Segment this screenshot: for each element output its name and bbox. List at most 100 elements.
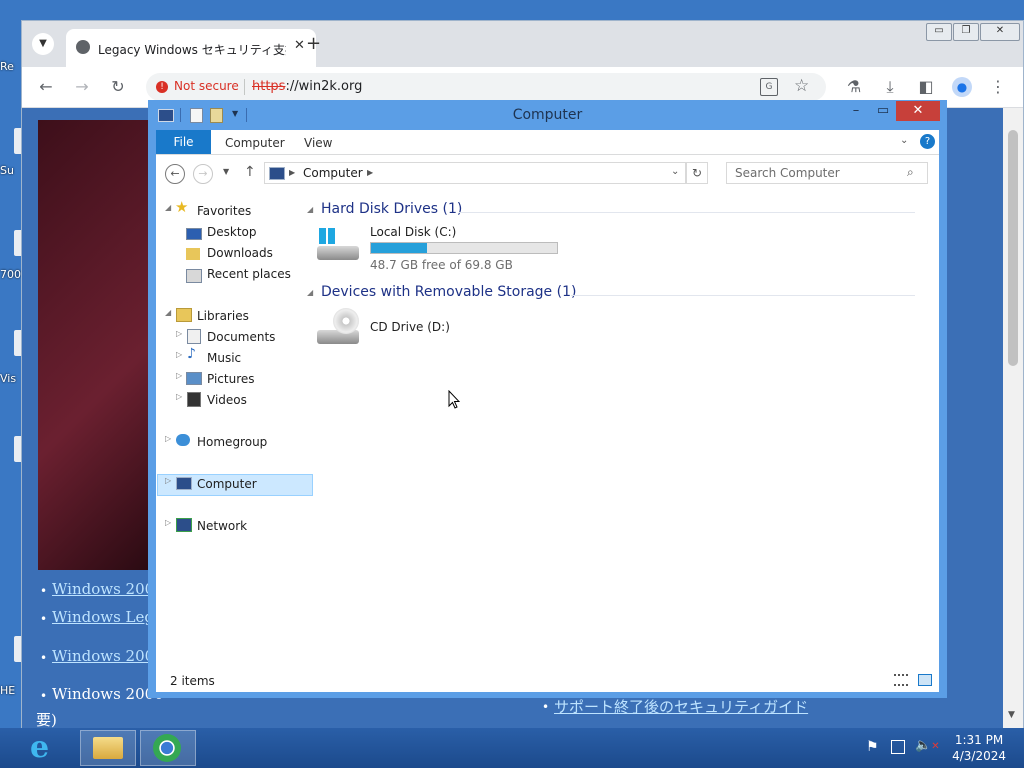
scroll-down-arrow-icon[interactable]: ▼	[1008, 710, 1015, 720]
address-bar[interactable]: ! Not secure https://win2k.org G ☆	[146, 73, 826, 101]
reload-icon[interactable]: ↻	[106, 75, 130, 99]
expand-arrow-icon[interactable]: ▷	[165, 518, 171, 527]
details-view-icon[interactable]	[894, 674, 908, 686]
collapse-group-icon[interactable]: ◢	[307, 288, 313, 297]
file-explorer-taskbar-button[interactable]	[80, 730, 136, 766]
network-status-icon[interactable]	[891, 740, 905, 754]
tab-view[interactable]: View	[304, 130, 332, 154]
close-tab-icon[interactable]: ✕	[294, 38, 305, 53]
page-scrollbar[interactable]: ▼	[1003, 108, 1023, 728]
url-text[interactable]: https://win2k.org	[252, 79, 362, 94]
breadcrumb-computer[interactable]: Computer	[303, 166, 363, 180]
status-bar: 2 items	[156, 670, 939, 692]
restore-button[interactable]: ❐	[953, 23, 979, 41]
action-center-flag-icon[interactable]: ⚑	[866, 739, 879, 755]
not-secure-icon: !	[156, 81, 168, 93]
help-icon[interactable]: ?	[920, 134, 935, 149]
minimize-icon[interactable]: –	[843, 102, 869, 120]
group-header-hard-disk-drives[interactable]: Hard Disk Drives (1)	[321, 201, 462, 217]
drive-c-usage-fill	[371, 243, 428, 253]
expand-arrow-icon[interactable]: ▷	[165, 476, 171, 485]
nav-favorites[interactable]: Favorites	[197, 201, 251, 221]
bullet: •	[40, 651, 48, 665]
download-icon[interactable]: ⤓	[878, 75, 902, 99]
desktop-icon-label: Vis	[0, 372, 17, 385]
browser-tab[interactable]: Legacy Windows セキュリティ支援 ✕	[66, 29, 316, 67]
recent-locations-icon[interactable]: ▼	[223, 167, 229, 176]
explorer-body: File Computer View ⌄ ? ← → ▼ ↑ ▶ Compute…	[156, 130, 939, 692]
nav-music[interactable]: Music	[207, 348, 241, 368]
tab-file[interactable]: File	[156, 130, 211, 154]
page-image	[38, 120, 150, 570]
expand-arrow-icon[interactable]: ▷	[165, 434, 171, 443]
tab-search-button[interactable]: ▼	[32, 33, 54, 55]
close-button[interactable]: ✕	[980, 23, 1020, 41]
side-panel-icon[interactable]: ◧	[914, 75, 938, 99]
bullet: •	[40, 584, 48, 598]
nav-libraries[interactable]: Libraries	[197, 306, 249, 326]
documents-icon	[187, 329, 201, 344]
up-arrow-icon[interactable]: ↑	[244, 164, 256, 180]
page-link[interactable]: Windows Lega	[52, 608, 163, 626]
nav-network[interactable]: Network	[197, 516, 247, 536]
large-icons-view-icon[interactable]	[918, 674, 932, 686]
scrollbar-thumb[interactable]	[1008, 130, 1018, 366]
forward-arrow-icon[interactable]: →	[70, 75, 94, 99]
security-label[interactable]: Not secure	[174, 79, 239, 93]
breadcrumb-chevron-icon[interactable]: ▶	[289, 168, 295, 177]
breadcrumb-chevron-icon[interactable]: ▶	[367, 168, 373, 177]
page-link[interactable]: サポート終了後のセキュリティガイド	[554, 696, 808, 717]
group-header-removable-storage[interactable]: Devices with Removable Storage (1)	[321, 284, 576, 300]
volume-muted-icon[interactable]: 🔈✕	[915, 738, 940, 753]
navigation-bar: ← → ▼ ↑ ▶ Computer ▶ ⌄ ↻ Search Computer…	[156, 155, 939, 191]
page-link[interactable]: Windows 2000	[52, 580, 164, 598]
address-bar[interactable]: ▶ Computer ▶ ⌄	[264, 162, 686, 184]
address-dropdown-icon[interactable]: ⌄	[671, 166, 679, 177]
menu-icon[interactable]: ⋮	[986, 75, 1010, 99]
collapse-group-icon[interactable]: ◢	[307, 205, 313, 214]
drive-d-item[interactable]: CD Drive (D:)	[313, 306, 513, 352]
ie-logo: e	[30, 730, 50, 765]
collapse-arrow-icon[interactable]: ◢	[165, 203, 171, 212]
nav-homegroup[interactable]: Homegroup	[197, 432, 267, 452]
search-box[interactable]: Search Computer ⌕	[726, 162, 928, 184]
videos-icon	[187, 392, 201, 407]
minimize-button[interactable]: ▭	[926, 23, 952, 41]
back-arrow-icon[interactable]: ←	[34, 75, 58, 99]
tab-computer[interactable]: Computer	[225, 130, 285, 154]
page-link[interactable]: Windows 2000	[52, 647, 164, 665]
profile-avatar[interactable]: ●	[952, 77, 972, 97]
nav-desktop[interactable]: Desktop	[207, 222, 257, 242]
nav-computer[interactable]: Computer	[197, 474, 257, 494]
expand-ribbon-icon[interactable]: ⌄	[900, 135, 908, 146]
refresh-icon[interactable]: ↻	[686, 162, 708, 184]
expand-arrow-icon[interactable]: ▷	[176, 329, 182, 338]
explorer-title-bar[interactable]: ▼ Computer – ▭ ✕	[148, 100, 947, 130]
nav-downloads[interactable]: Downloads	[207, 243, 273, 263]
nav-documents[interactable]: Documents	[207, 327, 275, 347]
drive-c-item[interactable]: Local Disk (C:) 48.7 GB free of 69.8 GB	[313, 224, 573, 272]
labs-flask-icon[interactable]: ⚗	[842, 75, 866, 99]
translate-icon[interactable]: G	[760, 78, 778, 96]
libraries-icon	[176, 308, 192, 322]
back-icon[interactable]: ←	[165, 164, 185, 184]
maximize-icon[interactable]: ▭	[870, 102, 896, 120]
chrome-taskbar-button[interactable]	[140, 730, 196, 766]
search-icon[interactable]: ⌕	[907, 165, 914, 180]
forward-icon[interactable]: →	[193, 164, 213, 184]
expand-arrow-icon[interactable]: ▷	[176, 371, 182, 380]
expand-arrow-icon[interactable]: ▷	[176, 392, 182, 401]
bookmark-star-icon[interactable]: ☆	[794, 76, 809, 96]
explorer-close-button[interactable]: ✕	[896, 101, 940, 121]
expand-arrow-icon[interactable]: ▷	[176, 350, 182, 359]
collapse-arrow-icon[interactable]: ◢	[165, 308, 171, 317]
nav-pictures[interactable]: Pictures	[207, 369, 255, 389]
new-tab-button[interactable]: +	[306, 33, 321, 54]
search-input[interactable]: Search Computer	[735, 166, 840, 180]
nav-videos[interactable]: Videos	[207, 390, 247, 410]
muted-x-icon: ✕	[931, 741, 940, 752]
nav-recent-places[interactable]: Recent places	[207, 264, 291, 284]
system-clock[interactable]: 1:31 PM 4/3/2024	[952, 732, 1006, 764]
desktop-icon	[186, 228, 202, 240]
internet-explorer-icon[interactable]: e	[30, 732, 62, 764]
